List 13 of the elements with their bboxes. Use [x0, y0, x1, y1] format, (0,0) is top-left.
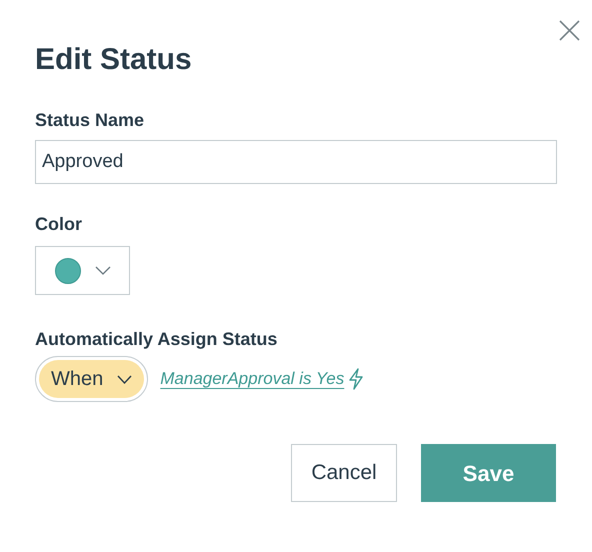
trigger-label: When	[51, 367, 104, 392]
close-icon[interactable]	[559, 20, 580, 41]
field-label: Color	[35, 213, 82, 236]
cancel-button[interactable]: Cancel	[291, 444, 397, 502]
dialog-title: Edit Status	[35, 42, 192, 78]
lightning-icon	[348, 368, 364, 390]
input-field[interactable]: Approved	[35, 140, 557, 184]
trigger-dropdown[interactable]: When	[39, 360, 144, 398]
color-picker[interactable]	[35, 246, 130, 295]
chevron-down-icon	[94, 266, 110, 275]
field-label: Status Name	[35, 109, 144, 132]
field-label: Automatically Assign Status	[35, 328, 278, 351]
chevron-down-icon	[117, 374, 132, 384]
